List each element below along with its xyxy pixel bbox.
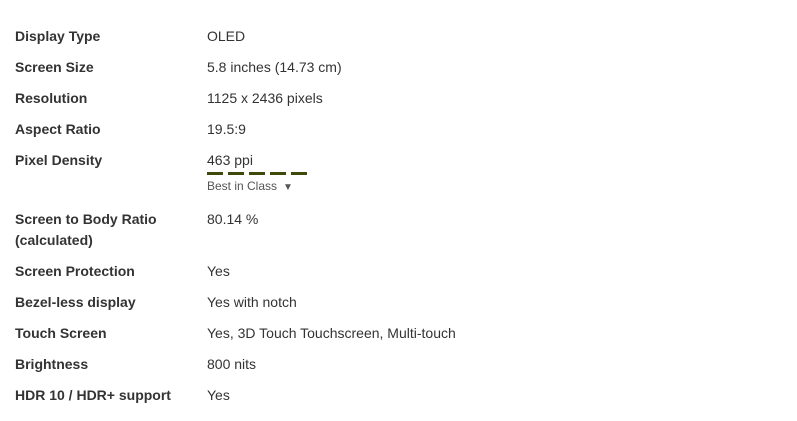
dropdown-arrow-icon: ▼ bbox=[283, 182, 293, 193]
spec-label: Bezel-less display bbox=[15, 294, 136, 310]
spec-label: Pixel Density bbox=[15, 152, 103, 168]
spec-label: Touch Screen bbox=[15, 325, 107, 341]
spec-label: HDR 10 / HDR+ support bbox=[15, 387, 171, 403]
spec-value: 463 ppi bbox=[207, 152, 253, 168]
spec-value: Yes bbox=[207, 263, 230, 279]
spec-label: Aspect Ratio bbox=[15, 121, 101, 137]
best-in-class-label: Best in Class bbox=[207, 179, 278, 193]
spec-value: OLED bbox=[207, 28, 246, 44]
spec-row-touch-screen: Touch Screen Yes, 3D Touch Touchscreen, … bbox=[0, 323, 797, 354]
rating-segment bbox=[228, 172, 244, 175]
rating-bar bbox=[207, 172, 307, 175]
spec-row-brightness: Brightness 800 nits bbox=[0, 354, 797, 385]
spec-row-aspect-ratio: Aspect Ratio 19.5:9 bbox=[0, 119, 797, 150]
spec-label: Screen Protection bbox=[15, 263, 135, 279]
spec-row-screen-protection: Screen Protection Yes bbox=[0, 261, 797, 292]
rating-segment bbox=[291, 172, 307, 175]
spec-value: 1125 x 2436 pixels bbox=[207, 90, 323, 106]
spec-value: Yes, 3D Touch Touchscreen, Multi-touch bbox=[207, 325, 456, 341]
rating-segment bbox=[270, 172, 286, 175]
spec-value-group: 463 ppi Best in Class ▼ bbox=[207, 150, 307, 196]
spec-row-display-type: Display Type OLED bbox=[0, 26, 797, 57]
rating-segment bbox=[207, 172, 223, 175]
spec-row-bezel-less: Bezel-less display Yes with notch bbox=[0, 292, 797, 323]
rating-segment bbox=[249, 172, 265, 175]
display-spec-table: Display Type OLED Screen Size 5.8 inches… bbox=[0, 0, 797, 416]
spec-label: Display Type bbox=[15, 28, 101, 44]
spec-label: Brightness bbox=[15, 356, 89, 372]
spec-row-resolution: Resolution 1125 x 2436 pixels bbox=[0, 88, 797, 119]
spec-label: Screen to Body Ratio (calculated) bbox=[15, 211, 157, 248]
spec-row-screen-size: Screen Size 5.8 inches (14.73 cm) bbox=[0, 57, 797, 88]
spec-row-hdr: HDR 10 / HDR+ support Yes bbox=[0, 385, 797, 416]
spec-value: 19.5:9 bbox=[207, 121, 246, 137]
spec-label: Screen Size bbox=[15, 59, 94, 75]
spec-value: 80.14 % bbox=[207, 211, 259, 227]
spec-row-pixel-density: Pixel Density 463 ppi Best in Class ▼ bbox=[0, 150, 797, 209]
best-in-class-toggle[interactable]: Best in Class ▼ bbox=[207, 178, 307, 196]
spec-value: Yes with notch bbox=[207, 294, 297, 310]
spec-value: 800 nits bbox=[207, 356, 257, 372]
spec-row-screen-to-body: Screen to Body Ratio (calculated) 80.14 … bbox=[0, 209, 797, 261]
spec-value: 5.8 inches (14.73 cm) bbox=[207, 59, 342, 75]
spec-value: Yes bbox=[207, 387, 230, 403]
spec-label: Resolution bbox=[15, 90, 88, 106]
